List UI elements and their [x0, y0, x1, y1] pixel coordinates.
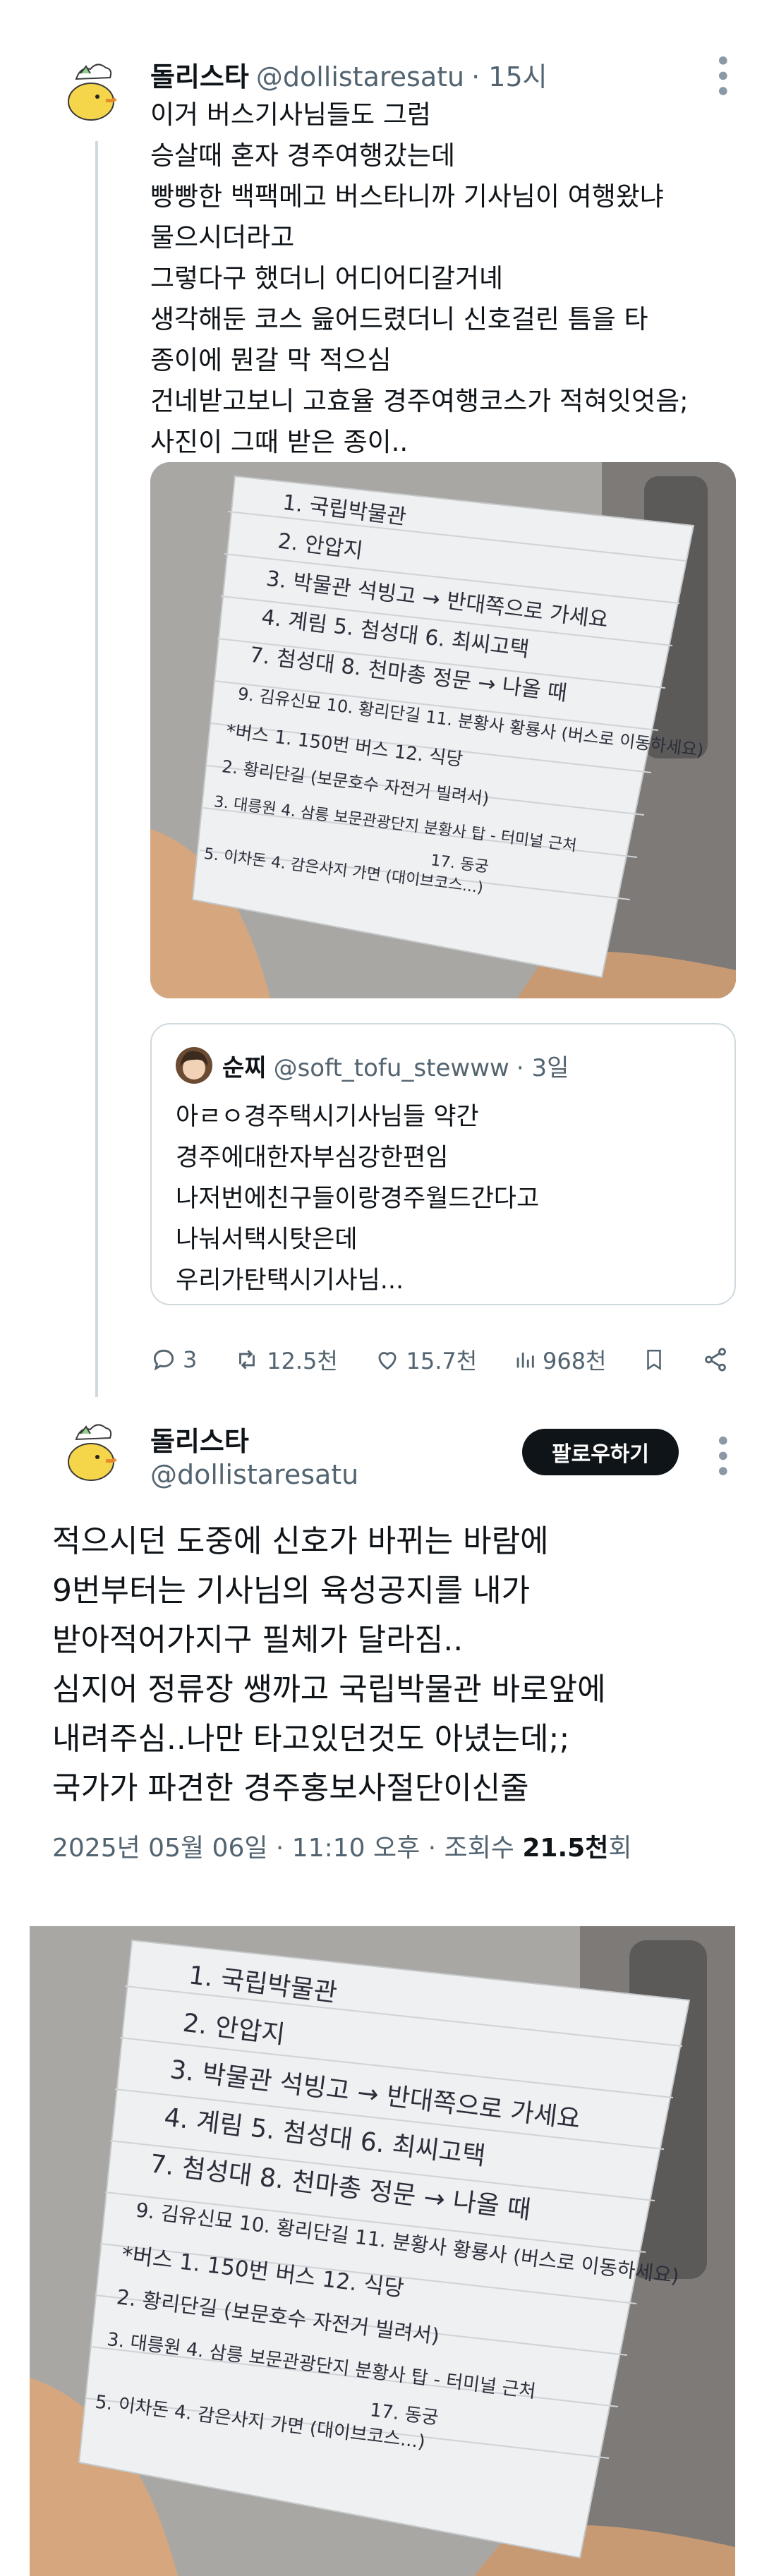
like-button[interactable]: 15.7천	[374, 1343, 478, 1376]
retweet-icon	[239, 1350, 255, 1369]
tweet-view-count: 21.5천	[522, 1834, 609, 1863]
tweet-text: 적으시던 도중에 신호가 바뀌는 바람에 9번부터는 기사님의 육성공지를 내가…	[52, 1523, 606, 1806]
tweet-text: 이거 버스기사님들도 그럼 승살때 혼자 경주여행갔는데 빵빵한 백팩메고 버스…	[150, 99, 689, 457]
reply-icon	[153, 1349, 174, 1371]
avatar-duck-image	[56, 58, 126, 127]
quote-avatar-image	[180, 1051, 208, 1080]
heart-icon	[378, 1352, 397, 1370]
like-count: 15.7천	[406, 1348, 478, 1374]
more-options-icon[interactable]: •••	[706, 1432, 738, 1478]
tweet-time[interactable]: · 15시	[471, 55, 547, 94]
tweet-photo[interactable]: 1. 국립박물관 2. 안압지 3. 박물관 석빙고 → 반대쪽으로 가세요 4…	[150, 462, 736, 998]
quote-avatar	[176, 1047, 212, 1084]
quote-author-handle: @soft_tofu_stewww	[273, 1054, 509, 1082]
tweet-action-bar: 3 12.5천 15.7천 968천	[150, 1342, 729, 1377]
thread-line	[95, 141, 98, 1397]
follow-button[interactable]: 팔로우하기	[522, 1429, 679, 1475]
share-icon	[705, 1348, 726, 1372]
author-name[interactable]: 돌리스타	[150, 55, 249, 94]
bookmark-icon	[647, 1349, 662, 1371]
retweet-button[interactable]: 12.5천	[233, 1343, 338, 1376]
view-count: 968천	[542, 1348, 607, 1374]
tweet-timestamp[interactable]: 2025년 05월 06일 · 11:10 오후 · 조회수 21.5천회	[52, 1827, 631, 1864]
reply-count: 3	[183, 1346, 198, 1373]
author-name[interactable]: 돌리스타	[150, 1420, 249, 1458]
tweet-photo[interactable]: 1. 국립박물관 2. 안압지 3. 박물관 석빙고 → 반대쪽으로 가세요 4…	[30, 1926, 735, 2576]
avatar-duck-image	[56, 1418, 126, 1487]
avatar[interactable]	[56, 58, 126, 127]
bookmark-button[interactable]	[642, 1346, 666, 1373]
views-button[interactable]: 968천	[513, 1343, 607, 1376]
quote-time: · 3일	[516, 1054, 569, 1082]
handwritten-note-photo: 1. 국립박물관 2. 안압지 3. 박물관 석빙고 → 반대쪽으로 가세요 4…	[30, 1926, 735, 2576]
share-button[interactable]	[702, 1346, 729, 1373]
handwritten-note-photo: 1. 국립박물관 2. 안압지 3. 박물관 석빙고 → 반대쪽으로 가세요 4…	[150, 462, 736, 998]
author-handle[interactable]: @dollistaresatu	[256, 61, 464, 92]
quote-text: 아ㄹㅇ경주택시기사님들 약간 경주에대한자부심강한편임 나저번에친구들이랑경주월…	[176, 1103, 540, 1295]
avatar[interactable]	[56, 1418, 126, 1487]
author-handle[interactable]: @dollistaresatu	[150, 1459, 358, 1490]
more-options-icon[interactable]: •••	[706, 52, 738, 98]
tweet-views-suffix: 회	[608, 1834, 632, 1863]
reply-button[interactable]: 3	[150, 1346, 197, 1373]
quote-author-name: 순찌	[222, 1054, 267, 1082]
tweet-date: 2025년 05월 06일 · 11:10 오후 · 조회수	[52, 1834, 523, 1863]
quote-tweet-card[interactable]: 순찌 @soft_tofu_stewww · 3일 아ㄹㅇ경주택시기사님들 약간…	[150, 1023, 736, 1305]
views-icon	[516, 1353, 534, 1368]
retweet-count: 12.5천	[267, 1348, 338, 1374]
